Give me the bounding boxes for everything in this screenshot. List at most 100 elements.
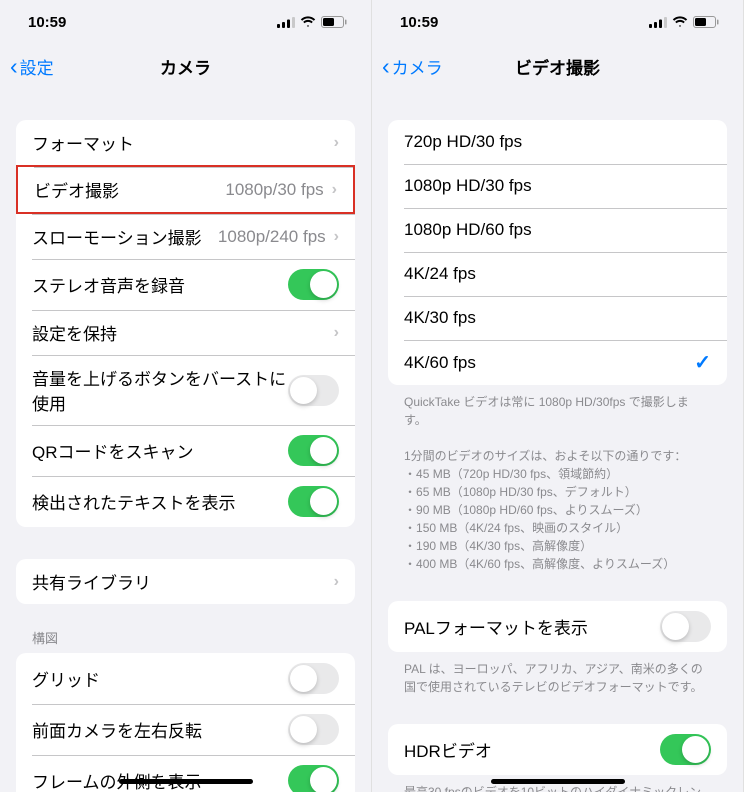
label-video: ビデオ撮影 [34, 177, 225, 202]
wifi-icon [672, 16, 688, 28]
row-1080p60[interactable]: 1080p HD/60 fps [388, 208, 727, 252]
value-video: 1080p/30 fps [225, 180, 323, 200]
label-format: フォーマット [32, 130, 334, 155]
footer-sizes-title: 1分間のビデオのサイズは、およそ以下の通りです： [404, 447, 711, 465]
row-hdr: HDRビデオ [388, 724, 727, 775]
option-label: 4K/60 fps [404, 353, 694, 373]
row-1080p30[interactable]: 1080p HD/30 fps [388, 164, 727, 208]
row-outside-frame: フレームの外側を表示 [16, 755, 355, 792]
row-grid: グリッド [16, 653, 355, 704]
label-qr: QRコードをスキャン [32, 438, 288, 463]
toggle-mirror[interactable] [288, 714, 339, 745]
nav-bar: ‹ カメラ ビデオ撮影 [372, 44, 743, 88]
option-label: 1080p HD/60 fps [404, 220, 711, 240]
section-shared-library: 共有ライブラリ › [16, 559, 355, 604]
page-title: ビデオ撮影 [515, 54, 600, 79]
row-4k24[interactable]: 4K/24 fps [388, 252, 727, 296]
toggle-grid[interactable] [288, 663, 339, 694]
home-indicator[interactable] [119, 779, 253, 784]
option-label: 1080p HD/30 fps [404, 176, 711, 196]
page-title: カメラ [160, 54, 211, 79]
back-label: 設定 [20, 54, 54, 79]
chevron-left-icon: ‹ [10, 53, 18, 80]
label-detected-text: 検出されたテキストを表示 [32, 489, 288, 514]
battery-icon [693, 16, 719, 28]
content: 720p HD/30 fps 1080p HD/30 fps 1080p HD/… [372, 88, 743, 792]
row-slomo[interactable]: スローモーション撮影 1080p/240 fps › [16, 214, 355, 259]
footer-size-item: 150 MB（4K/24 fps、映画のスタイル） [404, 519, 711, 537]
home-indicator[interactable] [491, 779, 625, 784]
label-grid: グリッド [32, 666, 288, 691]
footer-pal: PAL は、ヨーロッパ、アフリカ、アジア、南米の多くの国で使用されているテレビの… [388, 652, 727, 704]
footer-size-item: 45 MB（720p HD/30 fps、領域節約） [404, 465, 711, 483]
toggle-volume-burst[interactable] [288, 375, 339, 406]
footer-quicktake-text: QuickTake ビデオは常に 1080p HD/30fps で撮影します。 [404, 393, 711, 429]
label-hdr: HDRビデオ [404, 737, 660, 762]
label-pal: PALフォーマットを表示 [404, 614, 660, 639]
toggle-outside-frame[interactable] [288, 765, 339, 792]
row-format[interactable]: フォーマット › [16, 120, 355, 165]
toggle-pal[interactable] [660, 611, 711, 642]
footer-size-item: 190 MB（4K/30 fps、高解像度） [404, 537, 711, 555]
section-pal: PALフォーマットを表示 [388, 601, 727, 652]
footer-size-item: 65 MB（1080p HD/30 fps、デフォルト） [404, 483, 711, 501]
row-shared-library[interactable]: 共有ライブラリ › [16, 559, 355, 604]
cellular-icon [649, 17, 667, 28]
cellular-icon [277, 17, 295, 28]
checkmark-icon: ✓ [694, 350, 711, 375]
chevron-right-icon: › [332, 181, 337, 199]
nav-bar: ‹ 設定 カメラ [0, 44, 371, 88]
label-volume-burst: 音量を上げるボタンをバーストに使用 [32, 365, 288, 415]
row-720p30[interactable]: 720p HD/30 fps [388, 120, 727, 164]
status-time: 10:59 [28, 14, 66, 31]
back-button[interactable]: ‹ 設定 [10, 53, 54, 80]
status-time: 10:59 [400, 14, 438, 31]
status-icons [649, 16, 719, 28]
section-resolutions: 720p HD/30 fps 1080p HD/30 fps 1080p HD/… [388, 120, 727, 385]
section-hdr: HDRビデオ [388, 724, 727, 775]
chevron-left-icon: ‹ [382, 53, 390, 80]
toggle-qr[interactable] [288, 435, 339, 466]
status-bar: 10:59 [0, 0, 371, 44]
option-label: 4K/24 fps [404, 264, 711, 284]
label-slomo: スローモーション撮影 [32, 224, 218, 249]
row-stereo: ステレオ音声を録音 [16, 259, 355, 310]
toggle-stereo[interactable] [288, 269, 339, 300]
row-mirror: 前面カメラを左右反転 [16, 704, 355, 755]
chevron-right-icon: › [334, 324, 339, 342]
content: フォーマット › ビデオ撮影 1080p/30 fps › スローモーション撮影… [0, 88, 371, 792]
row-4k30[interactable]: 4K/30 fps [388, 296, 727, 340]
chevron-right-icon: › [334, 573, 339, 591]
section-header-composition: 構図 [16, 622, 355, 653]
label-stereo: ステレオ音声を録音 [32, 272, 288, 297]
phone-camera-settings: 10:59 ‹ 設定 カメラ フォーマット › ビデオ撮影 1080p/30 f… [0, 0, 372, 792]
chevron-right-icon: › [334, 228, 339, 246]
row-video-recording[interactable]: ビデオ撮影 1080p/30 fps › [16, 165, 355, 214]
footer-sizes-list: 45 MB（720p HD/30 fps、領域節約） 65 MB（1080p H… [404, 465, 711, 573]
toggle-detected-text[interactable] [288, 486, 339, 517]
label-preserve: 設定を保持 [32, 320, 334, 345]
value-slomo: 1080p/240 fps [218, 227, 326, 247]
row-volume-burst: 音量を上げるボタンをバーストに使用 [16, 355, 355, 425]
back-button[interactable]: ‹ カメラ [382, 53, 443, 80]
wifi-icon [300, 16, 316, 28]
option-label: 720p HD/30 fps [404, 132, 711, 152]
row-preserve[interactable]: 設定を保持 › [16, 310, 355, 355]
footer-quicktake: QuickTake ビデオは常に 1080p HD/30fps で撮影します。 … [388, 385, 727, 581]
row-4k60[interactable]: 4K/60 fps ✓ [388, 340, 727, 385]
toggle-hdr[interactable] [660, 734, 711, 765]
back-label: カメラ [392, 54, 443, 79]
label-shared-library: 共有ライブラリ [32, 569, 334, 594]
phone-video-settings: 10:59 ‹ カメラ ビデオ撮影 720p HD/30 fps 1080p H… [372, 0, 744, 792]
section-composition: グリッド 前面カメラを左右反転 フレームの外側を表示 [16, 653, 355, 792]
row-pal: PALフォーマットを表示 [388, 601, 727, 652]
status-icons [277, 16, 347, 28]
section-capture: フォーマット › ビデオ撮影 1080p/30 fps › スローモーション撮影… [16, 120, 355, 527]
row-detected-text: 検出されたテキストを表示 [16, 476, 355, 527]
label-mirror: 前面カメラを左右反転 [32, 717, 288, 742]
option-label: 4K/30 fps [404, 308, 711, 328]
status-bar: 10:59 [372, 0, 743, 44]
footer-size-item: 400 MB（4K/60 fps、高解像度、よりスムーズ） [404, 555, 711, 573]
footer-size-item: 90 MB（1080p HD/60 fps、よりスムーズ） [404, 501, 711, 519]
battery-icon [321, 16, 347, 28]
